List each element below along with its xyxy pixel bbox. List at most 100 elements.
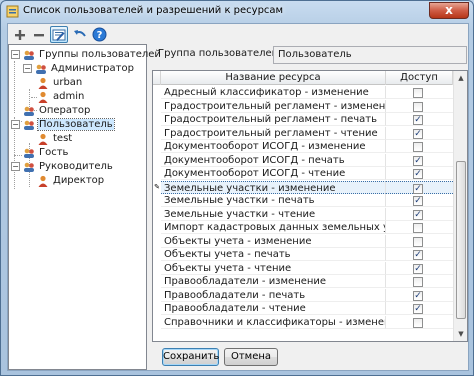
access-checkbox[interactable]: ✓: [413, 209, 423, 220]
remove-button[interactable]: [30, 26, 48, 43]
resource-name-cell[interactable]: Справочники и классификаторы - изменение: [161, 315, 386, 329]
access-checkbox[interactable]: ✓: [413, 263, 423, 274]
save-button[interactable]: Сохранить: [162, 348, 219, 366]
edit-permissions-button[interactable]: [50, 26, 68, 43]
tree-item-admin[interactable]: admin: [37, 90, 85, 103]
user-group-icon: [24, 120, 34, 130]
collapse-toggle[interactable]: −: [23, 64, 32, 73]
add-icon: [15, 29, 25, 40]
resource-name-cell[interactable]: Земельные участки - чтение: [161, 207, 386, 221]
access-checkbox[interactable]: [413, 88, 423, 98]
scroll-down-icon[interactable]: ▼: [455, 328, 467, 340]
row-indicator: [153, 154, 161, 167]
tree-item-director[interactable]: Директор: [37, 174, 105, 187]
groups-tree: − Группы пользователей − Администратор u…: [8, 44, 161, 370]
app-icon: [6, 5, 19, 18]
tree-root-label: Группы пользователей: [39, 49, 161, 60]
access-checkbox[interactable]: ✓: [413, 196, 423, 206]
scroll-up-icon[interactable]: ▲: [455, 72, 467, 84]
add-button[interactable]: [11, 26, 29, 43]
table-row[interactable]: Градостроительный регламент - печать ✓: [153, 113, 453, 127]
table-row[interactable]: Земельные участки - чтение ✓: [153, 207, 453, 222]
tree-item-guest[interactable]: Гость: [23, 146, 69, 159]
scroll-thumb[interactable]: [456, 161, 466, 319]
table-row[interactable]: Градостроительный регламент - чтение ✓: [153, 126, 453, 141]
table-row[interactable]: Объекты учета - печать ✓: [153, 248, 453, 262]
collapse-toggle[interactable]: −: [11, 162, 20, 171]
tree-item-label: Администратор: [51, 63, 134, 74]
access-checkbox[interactable]: [413, 101, 423, 112]
access-checkbox[interactable]: ✓: [413, 290, 423, 301]
resource-name-cell[interactable]: Земельные участки - изменение: [161, 180, 386, 194]
access-checkbox[interactable]: [413, 317, 423, 328]
row-indicator: [153, 167, 161, 180]
row-indicator: [153, 113, 161, 126]
row-indicator: [153, 262, 161, 275]
tree-item-urban[interactable]: urban: [37, 76, 83, 89]
resource-name-cell[interactable]: Правообладатели - чтение: [161, 302, 386, 315]
table-row[interactable]: Справочники и классификаторы - изменение: [153, 315, 453, 330]
table-row[interactable]: Градостроительный регламент - изменение: [153, 99, 453, 114]
tree-item-label: admin: [53, 91, 85, 102]
resource-name-cell[interactable]: Адресный классификатор - изменение: [161, 86, 386, 99]
user-group-icon: [24, 106, 34, 116]
resource-name-cell[interactable]: Объекты учета - изменение: [161, 234, 386, 248]
table-row[interactable]: Импорт кадастровых данных земельных учас…: [153, 221, 453, 235]
collapse-toggle[interactable]: −: [11, 50, 20, 59]
table-row[interactable]: Правообладатели - печать ✓: [153, 288, 453, 303]
collapse-toggle[interactable]: −: [11, 120, 20, 129]
access-checkbox[interactable]: ✓: [413, 115, 423, 125]
resource-name-cell[interactable]: Импорт кадастровых данных земельных учас…: [161, 221, 386, 234]
resource-name-cell[interactable]: Документооборот ИСОГД - изменение: [161, 140, 386, 153]
resource-name-cell[interactable]: Документооборот ИСОГД - печать: [161, 153, 386, 167]
resource-name-cell[interactable]: Объекты учета - чтение: [161, 261, 386, 275]
column-header-access[interactable]: Доступ: [386, 71, 453, 85]
table-row[interactable]: Документооборот ИСОГД - чтение ✓: [153, 167, 453, 181]
tree-item-administrator[interactable]: − Администратор: [23, 62, 135, 75]
tree-item-test[interactable]: test: [37, 132, 73, 145]
table-row[interactable]: Адресный классификатор - изменение: [153, 86, 453, 100]
resource-name-cell[interactable]: Правообладатели - изменение: [161, 275, 386, 288]
title-bar[interactable]: Список пользователей и разрешений к ресу…: [1, 1, 473, 22]
resource-name-cell[interactable]: Объекты учета - печать: [161, 248, 386, 261]
column-header-resource[interactable]: Название ресурса: [161, 71, 386, 85]
access-cell: ✓: [386, 262, 453, 275]
row-indicator: [153, 248, 161, 261]
access-checkbox[interactable]: [413, 223, 423, 233]
table-row[interactable]: Земельные участки - печать ✓: [153, 194, 453, 208]
table-row[interactable]: Правообладатели - изменение: [153, 275, 453, 289]
resource-name-cell[interactable]: Документооборот ИСОГД - чтение: [161, 167, 386, 180]
cancel-button[interactable]: Отмена: [224, 348, 278, 366]
row-indicator: [153, 100, 161, 113]
access-checkbox[interactable]: ✓: [413, 169, 423, 179]
undo-button[interactable]: [71, 26, 89, 43]
access-checkbox[interactable]: [413, 142, 423, 152]
access-checkbox[interactable]: [413, 277, 423, 287]
table-row[interactable]: Документооборот ИСОГД - изменение: [153, 140, 453, 154]
resource-name-cell[interactable]: Градостроительный регламент - изменение: [161, 99, 386, 113]
help-button[interactable]: ?: [90, 26, 108, 43]
current-row-indicator-icon: ✎: [154, 182, 160, 191]
access-checkbox[interactable]: ✓: [413, 183, 423, 194]
resource-name-cell[interactable]: Градостроительный регламент - печать: [161, 113, 386, 126]
tree-item-manager[interactable]: − Руководитель: [11, 160, 114, 173]
table-row[interactable]: Правообладатели - чтение ✓: [153, 302, 453, 316]
resource-name-cell[interactable]: Градостроительный регламент - чтение: [161, 126, 386, 140]
access-checkbox[interactable]: ✓: [413, 304, 423, 314]
table-row[interactable]: Документооборот ИСОГД - печать ✓: [153, 153, 453, 168]
access-checkbox[interactable]: ✓: [413, 128, 423, 139]
app-window: Список пользователей и разрешений к ресу…: [0, 0, 474, 376]
resource-name-cell[interactable]: Земельные участки - печать: [161, 194, 386, 207]
vertical-scrollbar[interactable]: ▲ ▼: [453, 71, 467, 341]
tree-item-user-selected[interactable]: − Пользователь: [11, 118, 115, 131]
access-checkbox[interactable]: [413, 236, 423, 247]
close-button[interactable]: x: [429, 2, 469, 19]
resource-name-cell[interactable]: Правообладатели - печать: [161, 288, 386, 302]
table-row[interactable]: Объекты учета - чтение ✓: [153, 261, 453, 276]
table-row[interactable]: ✎ Земельные участки - изменение ✓: [153, 180, 453, 195]
tree-item-operator[interactable]: Оператор: [23, 104, 91, 117]
table-row[interactable]: Объекты учета - изменение: [153, 234, 453, 249]
tree-root[interactable]: − Группы пользователей: [11, 48, 162, 61]
access-checkbox[interactable]: ✓: [413, 155, 423, 166]
access-checkbox[interactable]: ✓: [413, 250, 423, 260]
